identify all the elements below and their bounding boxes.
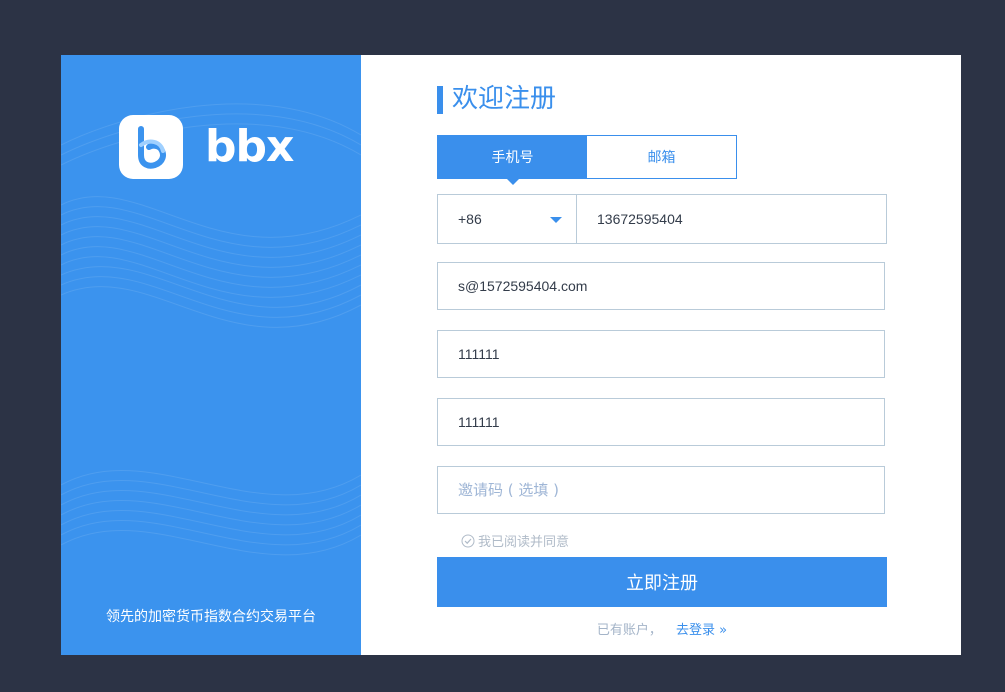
password-field bbox=[437, 330, 885, 378]
phone-field bbox=[576, 194, 887, 244]
register-form: 欢迎注册 手机号 邮箱 +86 13672595404 s@1572595404… bbox=[361, 55, 961, 655]
brand-name: bbx bbox=[205, 121, 294, 172]
country-code-select[interactable]: +86 bbox=[437, 194, 577, 244]
agree-label: 我已阅读并同意 bbox=[478, 535, 570, 550]
title-accent-bar bbox=[437, 86, 443, 114]
bbx-logo-icon bbox=[119, 115, 183, 179]
brand-slogan: 领先的加密货币指数合约交易平台 bbox=[106, 609, 316, 625]
phone-row: +86 bbox=[437, 194, 887, 244]
brand-panel: bbx 领先的加密货币指数合约交易平台 bbox=[61, 55, 361, 655]
page-title: 欢迎注册 bbox=[452, 84, 557, 114]
tab-email[interactable]: 邮箱 bbox=[587, 136, 736, 178]
agree-checkbox[interactable]: 我已阅读并同意 bbox=[461, 531, 569, 550]
invite-code-input[interactable] bbox=[438, 467, 884, 513]
password-input[interactable] bbox=[438, 331, 884, 377]
chevron-down-icon bbox=[550, 217, 562, 223]
have-account-text: 已有账户， bbox=[596, 623, 662, 638]
login-prompt: 已有账户， 去登录 » bbox=[437, 619, 887, 638]
email-field bbox=[437, 262, 885, 310]
register-button[interactable]: 立即注册 bbox=[437, 557, 887, 607]
tab-phone[interactable]: 手机号 bbox=[438, 136, 587, 185]
confirm-password-field bbox=[437, 398, 885, 446]
phone-input[interactable] bbox=[577, 195, 886, 243]
register-method-tabs: 手机号 邮箱 bbox=[437, 135, 737, 185]
register-card: bbx 领先的加密货币指数合约交易平台 欢迎注册 手机号 邮箱 +86 1367… bbox=[61, 55, 961, 655]
login-link[interactable]: 去登录 » bbox=[676, 623, 727, 638]
email-input[interactable] bbox=[438, 263, 884, 309]
country-code-value: +86 bbox=[458, 211, 482, 227]
confirm-password-input[interactable] bbox=[438, 399, 884, 445]
invite-code-field bbox=[437, 466, 885, 514]
check-circle-icon bbox=[461, 534, 475, 547]
